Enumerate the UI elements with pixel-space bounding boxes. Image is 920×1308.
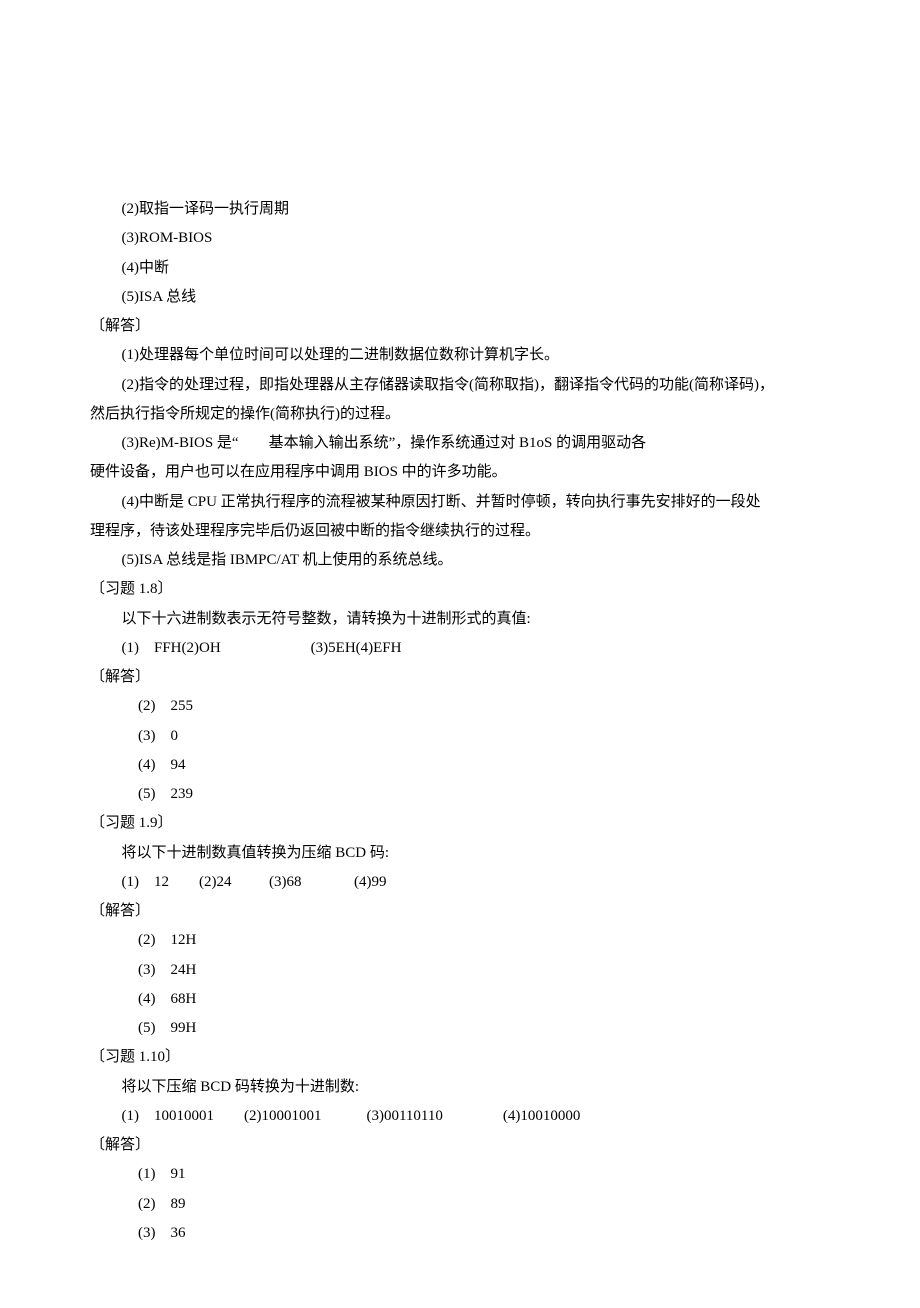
text-line: 〔习题 1.9〕 [90,809,830,838]
text-line: 〔习题 1.10〕 [90,1043,830,1072]
text-line: (2) 255 [90,692,830,721]
text-line: (4)中断 [90,254,830,283]
text-line: 将以下压缩 BCD 码转换为十进制数: [90,1073,830,1102]
text-line: 将以下十进制数真值转换为压缩 BCD 码: [90,839,830,868]
text-line: (3)Re)M-BIOS 是“ 基本输入输出系统”，操作系统通过对 B1oS 的… [90,429,830,458]
text-line: (1)处理器每个单位时间可以处理的二进制数据位数称计算机字长。 [90,341,830,370]
text-line: 〔解答〕 [90,897,830,926]
text-line: (1) FFH(2)OH (3)5EH(4)EFH [90,634,830,663]
text-line: 〔习题 1.8〕 [90,575,830,604]
text-line: (5)ISA 总线是指 IBMPC/AT 机上使用的系统总线。 [90,546,830,575]
text-line: (3)ROM-BIOS [90,224,830,253]
text-line: (3) 36 [90,1219,830,1248]
text-line: (4)中断是 CPU 正常执行程序的流程被某种原因打断、并暂时停顿，转向执行事先… [90,488,830,517]
text-line: (1) 12 (2)24 (3)68 (4)99 [90,868,830,897]
text-line: (2) 89 [90,1190,830,1219]
text-line: 然后执行指令所规定的操作(简称执行)的过程。 [90,400,830,429]
text-line: (4) 68H [90,985,830,1014]
text-line: 理程序，待该处理程序完毕后仍返回被中断的指令继续执行的过程。 [90,517,830,546]
text-line: 〔解答〕 [90,312,830,341]
text-line: (2)取指一译码一执行周期 [90,195,830,224]
text-line: (1) 91 [90,1160,830,1189]
text-line: 〔解答〕 [90,1131,830,1160]
text-line: (5)ISA 总线 [90,283,830,312]
text-line: (5) 239 [90,780,830,809]
text-line: (1) 10010001 (2)10001001 (3)00110110 (4)… [90,1102,830,1131]
text-line: 硬件设备，用户也可以在应用程序中调用 BIOS 中的许多功能。 [90,458,830,487]
document-body: (2)取指一译码一执行周期(3)ROM-BIOS(4)中断(5)ISA 总线〔解… [90,195,830,1248]
text-line: (3) 0 [90,722,830,751]
text-line: (2) 12H [90,926,830,955]
text-line: (3) 24H [90,956,830,985]
text-line: (5) 99H [90,1014,830,1043]
text-line: 以下十六进制数表示无符号整数，请转换为十进制形式的真值: [90,605,830,634]
text-line: (4) 94 [90,751,830,780]
text-line: 〔解答〕 [90,663,830,692]
text-line: (2)指令的处理过程，即指处理器从主存储器读取指令(简称取指)，翻译指令代码的功… [90,371,830,400]
